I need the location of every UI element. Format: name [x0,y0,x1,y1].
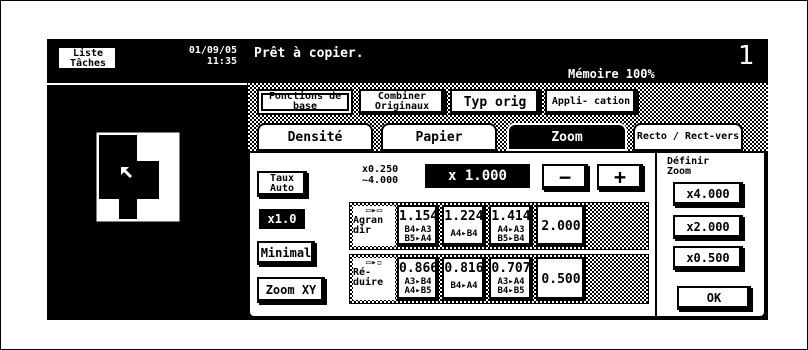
copier-screen: Liste Tâches 01/09/05 11:35 Prêt à copie… [47,39,768,320]
ratio-paper: B4▸A4 [450,281,478,291]
ratio-value: 2.000 [541,219,581,234]
ratio-paper: A3▸B4 A4▸B5 [404,277,432,296]
ratio-value: 0.500 [541,272,581,287]
status-message: Prêt à copier. [254,46,364,61]
ratio-value: 0.866 [399,261,439,276]
ratio-paper: A3▸A4 B4▸B5 [497,277,525,296]
ratio-paper: A4▸B4 [450,229,478,239]
ratio-value: 1.224 [444,209,484,224]
ratio-1224-button[interactable]: 1.224 A4▸B4 [442,205,486,247]
define-zoom-divider [655,151,657,316]
memory-status: Mémoire 100% [568,67,655,81]
enlarge-label-box: ▭▸▭ Agran dir [353,206,395,246]
ratio-0816-button[interactable]: 0.816 B4▸A4 [442,257,486,301]
time-display: 11:35 [206,56,237,67]
zoom-range-max: ~4.000 [362,175,399,186]
ratio-paper: B4▸A3 B5▸A4 [404,225,432,244]
tab-combiner-originaux[interactable]: Combiner Originaux [359,89,445,115]
zoom-range-min: x0.250 [362,164,399,175]
reduce-label-box: ▭▸▫ Ré- duire [353,258,395,300]
ratio-0707-button[interactable]: 0.707 A3▸A4 B4▸B5 [489,257,533,301]
preset-x4000-button[interactable]: x4.000 [673,182,743,206]
preset-x2000-button[interactable]: x2.000 [673,215,743,239]
zoom-plus-button[interactable]: + [597,164,643,190]
copy-count: 1 [738,41,755,71]
status-bar: Prêt à copier. Mémoire 100% 1 [248,39,768,83]
preview-area [47,85,247,320]
ratio-2000-button[interactable]: 2.000 [536,205,586,247]
define-zoom-label: Définir Zoom [667,156,710,177]
zoom-xy-button[interactable]: Zoom XY [257,277,325,303]
date-display: 01/09/05 [188,45,237,56]
ratio-paper: A4▸A3 B5▸B4 [497,225,525,244]
ratio-value: 1.414 [491,209,531,224]
ratio-1414-button[interactable]: 1.414 A4▸A3 B5▸B4 [489,205,533,247]
ratio-value: 1.154 [399,209,439,224]
ratio-0500-button[interactable]: 0.500 [536,257,586,301]
job-list-button[interactable]: Liste Tâches [57,46,119,72]
tab-densite[interactable]: Densité [257,123,373,151]
preset-x0500-button[interactable]: x0.500 [673,246,743,270]
auto-ratio-button[interactable]: Taux Auto [257,171,307,197]
minimal-button[interactable]: Minimal [257,241,315,265]
enlarge-label: Agran dir [353,215,384,236]
tab-zoom[interactable]: Zoom [507,123,627,151]
reduce-label: Ré- duire [353,267,384,288]
x1-button[interactable]: x1.0 [257,207,307,231]
ok-button[interactable]: OK [677,286,751,310]
ratio-1154-button[interactable]: 1.154 B4▸A3 B5▸A4 [397,205,439,247]
tab-papier[interactable]: Papier [381,123,497,151]
tab-fonctions-de-base[interactable]: Fonctions de base [257,89,353,115]
zoom-minus-button[interactable]: − [542,164,588,190]
zoom-preview-icon [96,132,180,222]
ratio-value: 0.816 [444,261,484,276]
zoom-current-value: x 1.000 [425,164,530,188]
ratio-value: 0.707 [491,261,531,276]
tab-application[interactable]: Appli- cation [545,89,637,115]
tab-typ-orig[interactable]: Typ orig [450,89,540,115]
ratio-0866-button[interactable]: 0.866 A3▸B4 A4▸B5 [397,257,439,301]
tab-recto-verso[interactable]: Recto / Rect-vers [633,123,743,151]
